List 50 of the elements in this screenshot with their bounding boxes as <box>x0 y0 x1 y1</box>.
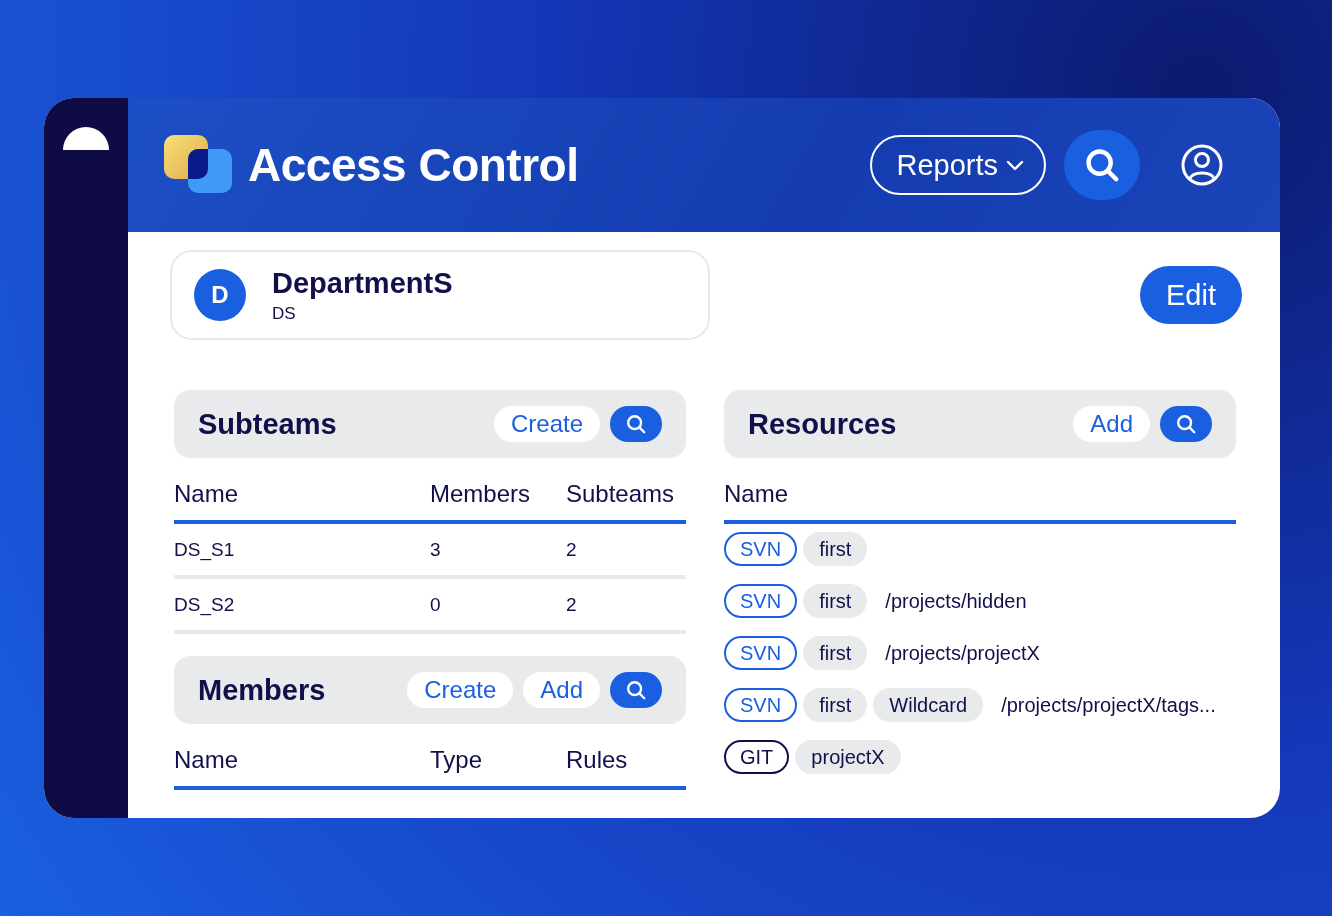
search-icon <box>1083 146 1121 184</box>
type-tag: SVN <box>724 688 798 722</box>
type-tag: SVN <box>724 584 798 618</box>
column-header: Name <box>724 480 1236 524</box>
app-title: Access Control <box>248 138 580 192</box>
column-header: Rules <box>566 746 686 790</box>
action-button[interactable]: Add <box>523 672 600 708</box>
type-tag: SVN <box>724 532 798 566</box>
department-avatar: D <box>194 269 246 321</box>
type-tag: GIT <box>724 740 790 774</box>
resource-tag: first <box>803 688 868 722</box>
section-title: Members <box>198 673 327 707</box>
department-code: DS <box>272 303 297 324</box>
column-header: Subteams <box>566 480 686 524</box>
table-cell: 2 <box>566 579 686 634</box>
search-icon <box>1175 413 1197 435</box>
section-title: Subteams <box>198 407 338 441</box>
search-button[interactable] <box>1160 406 1212 442</box>
search-icon <box>625 679 647 701</box>
logo-icon <box>164 135 234 195</box>
type-tag: SVN <box>724 636 798 670</box>
table-cell: 0 <box>430 579 566 634</box>
table-cell: 2 <box>566 524 686 579</box>
search-button[interactable] <box>610 406 662 442</box>
action-button[interactable]: Create <box>407 672 514 708</box>
resource-tag: projectX <box>795 740 901 774</box>
department-name: DepartmentS <box>272 266 453 300</box>
reports-dropdown[interactable]: Reports <box>870 135 1046 195</box>
table-cell: 3 <box>430 524 566 579</box>
search-button[interactable] <box>610 672 662 708</box>
edit-button[interactable]: Edit <box>1140 266 1242 324</box>
search-icon <box>625 413 647 435</box>
section-title: Resources <box>748 407 898 441</box>
resource-tag: first <box>803 532 868 566</box>
column-header: Name <box>174 746 430 790</box>
resource-tag: Wildcard <box>873 688 984 722</box>
table-cell: DS_S2 <box>174 579 430 634</box>
resource-path: /projects/projectX <box>885 641 1040 665</box>
action-button[interactable]: Create <box>493 406 600 442</box>
chevron-down-icon <box>1006 159 1024 171</box>
resource-tag: first <box>803 584 868 618</box>
user-icon <box>1181 144 1223 186</box>
column-header: Type <box>430 746 566 790</box>
column-header: Members <box>430 480 566 524</box>
resource-path: /projects/hidden <box>885 589 1027 613</box>
table-cell: DS_S1 <box>174 524 430 579</box>
resource-tag: first <box>803 636 868 670</box>
action-button[interactable]: Add <box>1073 406 1150 442</box>
resource-path: /projects/projectX/tags... <box>1001 693 1216 717</box>
column-header: Name <box>174 480 430 524</box>
